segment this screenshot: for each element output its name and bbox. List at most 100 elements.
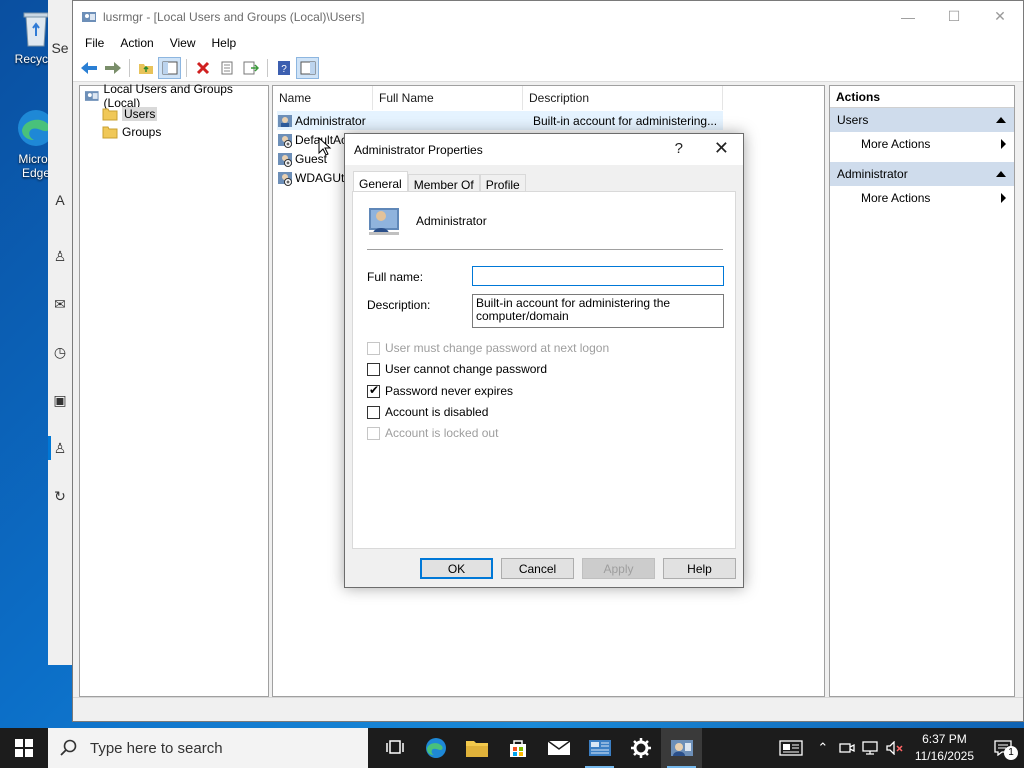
toolbar: ? [73,54,1023,82]
description-field[interactable]: Built-in account for administering the c… [472,294,724,328]
network-button[interactable] [859,728,883,768]
checkbox-cannot-change-password[interactable]: User cannot change password [367,361,547,377]
clock[interactable]: 6:37 PM 11/16/2025 [907,731,982,765]
search-icon [60,739,77,756]
forward-arrow-icon [104,61,121,74]
background-window-label: Se [51,40,69,56]
row-name: Administrator [295,113,366,128]
row-name: WDAGUti [295,170,347,185]
title-bar[interactable]: lusrmgr - [Local Users and Groups (Local… [73,1,1023,32]
console-tree[interactable]: Local Users and Groups (Local) Users Gro… [79,82,269,697]
properties-button[interactable] [215,57,238,79]
show-hide-tree-button[interactable] [158,56,181,79]
taskbar-edge[interactable] [415,728,456,768]
show-hidden-icons-button[interactable]: ⌃ [811,728,835,768]
help-button[interactable]: ? [272,57,295,79]
start-button[interactable] [0,728,48,768]
folder-icon [102,126,118,139]
maximize-button[interactable]: ☐ [931,1,977,32]
taskbar-file-explorer[interactable] [456,728,497,768]
more-actions-users[interactable]: More Actions [830,132,1014,156]
taskbar-search-box[interactable]: Type here to search [48,728,368,768]
person-icon: ♙ [53,248,67,264]
up-folder-icon [138,63,153,74]
checkbox-must-change-password[interactable]: User must change password at next logon [367,340,609,356]
show-action-pane-button[interactable] [296,56,319,79]
menu-help[interactable]: Help [204,36,245,50]
actions-section-title: Users [837,113,869,127]
checkbox-password-never-expires[interactable]: ✔ Password never expires [367,383,513,399]
notification-badge: 1 [1004,746,1018,760]
table-row[interactable]: Administrator Built-in account for admin… [277,111,723,130]
disabled-user-icon [278,171,292,186]
edge-icon [425,738,446,758]
checkbox-box [367,426,380,440]
collapse-icon [996,117,1006,123]
volume-button[interactable] [883,728,907,768]
properties-icon [221,61,232,74]
dialog-title-bar[interactable]: Administrator Properties ? ✕ [345,134,743,165]
ok-button[interactable]: OK [420,558,493,579]
actions-section-administrator[interactable]: Administrator [830,162,1014,186]
server-manager-icon [588,740,611,756]
toolbar-separator [129,58,130,77]
notification-center-button[interactable]: 1 [982,728,1024,768]
taskbar-settings[interactable] [620,728,661,768]
general-tab-panel: Administrator Full name: Description: Bu… [352,191,736,549]
letter-a-icon: A [55,192,65,208]
dialog-help-button[interactable]: ? [675,140,683,157]
task-view-button[interactable] [374,728,415,768]
dialog-close-button[interactable]: ✕ [714,138,729,159]
column-header-name[interactable]: Name [273,86,373,110]
taskbar-mail[interactable] [538,728,579,768]
meet-now-button[interactable] [835,728,859,768]
administrator-properties-dialog[interactable]: Administrator Properties ? ✕ General Mem… [344,133,744,588]
tree-root[interactable]: Local Users and Groups (Local) [84,82,268,110]
column-header-description[interactable]: Description [523,86,723,110]
user-account-icon [369,208,399,235]
menu-view[interactable]: View [162,36,204,50]
forward-button[interactable] [101,57,124,79]
apply-button[interactable]: Apply [582,558,655,579]
actions-pane[interactable]: Actions Users More Actions Administrator… [829,85,1015,697]
actions-section-users[interactable]: Users [830,108,1014,132]
refresh-icon: ↻ [54,488,66,504]
taskbar-server-manager[interactable] [579,728,620,768]
help-dialog-button[interactable]: Help [663,558,736,579]
export-list-button[interactable] [239,57,262,79]
table-row[interactable]: WDAGUti [277,168,347,187]
delete-button[interactable] [191,57,214,79]
checkbox-account-locked-out[interactable]: Account is locked out [367,425,498,441]
actions-section-title: Administrator [837,167,908,181]
checkbox-box [367,362,380,376]
close-button[interactable]: ✕ [977,1,1023,32]
up-folder-button[interactable] [134,57,157,79]
taskbar-store[interactable] [497,728,538,768]
help-book-icon: ? [277,60,290,75]
menu-file[interactable]: File [77,36,112,50]
lusrmgr-icon [670,740,693,756]
menu-bar: File Action View Help [73,32,1023,54]
back-button[interactable] [77,57,100,79]
task-view-icon [385,740,404,754]
local-users-groups-icon [84,91,99,101]
checkbox-account-disabled[interactable]: Account is disabled [367,404,488,420]
export-list-icon [243,61,259,74]
toolbar-separator [267,58,268,77]
tree-item-groups[interactable]: Groups [102,123,161,141]
keyboard-layout-button[interactable] [771,728,811,768]
user-name-label: Administrator [416,214,487,228]
column-header-full-name[interactable]: Full Name [373,86,523,110]
menu-action[interactable]: Action [112,36,161,50]
tree-item-users[interactable]: Users [102,105,158,123]
minimize-button[interactable]: — [885,1,931,32]
full-name-field[interactable] [472,266,724,286]
selection-indicator [48,436,51,460]
more-actions-administrator[interactable]: More Actions [830,186,1014,210]
table-row[interactable]: DefaultAc [277,130,347,149]
taskbar-lusrmgr[interactable] [661,728,702,768]
console-tree-icon [162,61,177,74]
search-placeholder: Type here to search [90,739,223,757]
cancel-button[interactable]: Cancel [501,558,574,579]
folder-icon [102,108,118,121]
